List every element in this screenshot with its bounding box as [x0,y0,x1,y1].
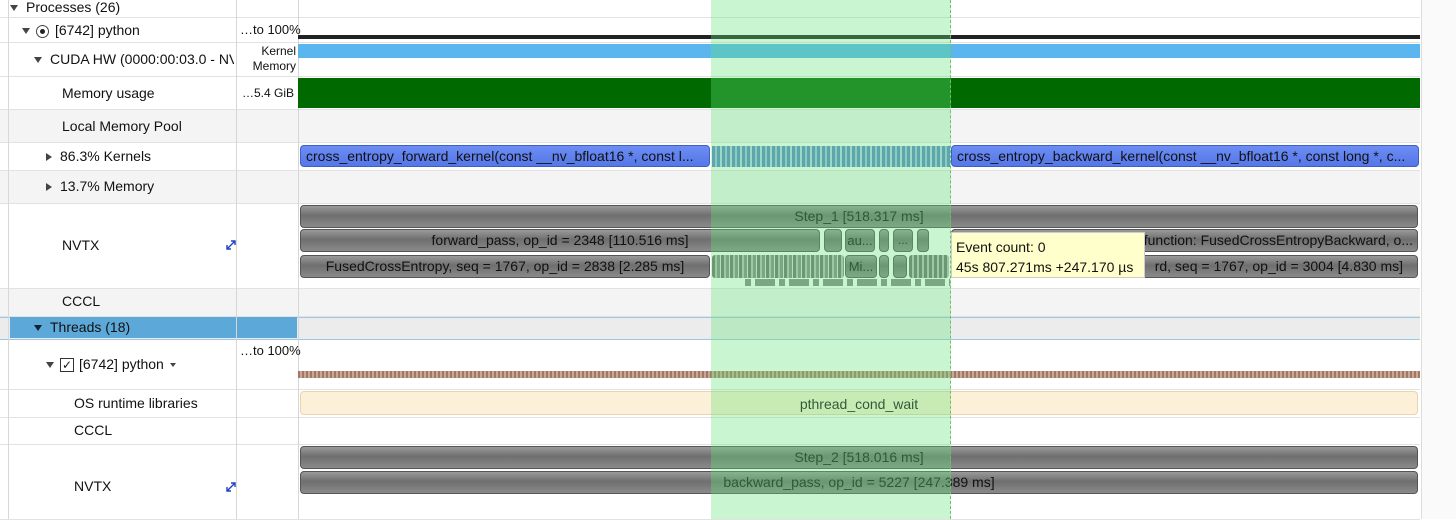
dropdown-icon[interactable] [169,363,176,368]
processes-node[interactable]: Processes (26) [10,0,120,15]
expand-arrows-icon[interactable] [226,240,236,250]
kernels-node[interactable]: 86.3% Kernels [46,148,151,164]
row-process [0,18,1420,43]
collapse-icon[interactable] [34,57,42,64]
thread-node[interactable]: ✓ [6742] python [46,356,176,373]
checkbox-icon[interactable]: ✓ [60,358,74,373]
cuda-hw-label: CUDA HW (0000:00:03.0 - NV [50,51,234,67]
cccl2-label: CCCL [74,422,113,438]
collapse-icon[interactable] [34,325,42,332]
value-column [236,0,299,519]
nvtx-label: NVTX [62,237,100,253]
tooltip-event-count: Event count: 0 [956,239,1046,255]
radio-icon[interactable] [36,24,49,38]
thread-value: …to 100% [240,343,301,358]
memory-label: 13.7% Memory [60,178,155,194]
row-processes [0,0,1420,18]
os-runtime-label: OS runtime libraries [74,395,198,411]
threads-label: Threads (18) [50,319,131,335]
kernel-backward-label: cross_entropy_backward_kernel(const __nv… [957,148,1406,164]
kernel-forward-label: cross_entropy_forward_kernel(const __nv_… [306,148,694,164]
collapse-icon[interactable] [22,28,30,35]
collapse-icon[interactable] [10,5,18,12]
collapse-icon[interactable] [46,362,54,369]
expand-arrows-icon[interactable] [226,482,236,492]
expand-icon[interactable] [46,183,52,191]
thread-label: [6742] python [79,356,164,372]
kernel-backward-bar[interactable]: cross_entropy_backward_kernel(const __nv… [951,145,1419,167]
cccl-label: CCCL [62,293,101,309]
row-memory [0,171,1420,204]
expand-icon[interactable] [46,153,52,161]
forward-pass-label: forward_pass, op_id = 2348 [110.516 ms] [431,232,689,248]
threads-node[interactable]: Threads (18) [34,319,130,335]
row-thread [0,339,1420,390]
tree-left-edge [8,0,9,519]
local-pool-label: Local Memory Pool [62,118,182,134]
memory-usage-value: …5.4 GiB [242,86,295,100]
tooltip: Event count: 0 45s 807.271ms +247.170 µs [951,232,1145,278]
row-local-pool [0,110,1420,143]
tooltip-time: 45s 807.271ms +247.170 µs [956,259,1134,275]
process-label: [6742] python [55,22,140,38]
fused-forward-bar[interactable]: FusedCrossEntropy, seq = 1767, op_id = 2… [300,255,710,278]
fused-backward-label-2: rd, seq = 1767, op_id = 3004 [4.830 ms] [1154,258,1403,274]
cuda-hw-value: Kernel Memory [252,44,296,73]
fused-forward-label: FusedCrossEntropy, seq = 1767, op_id = 2… [325,258,685,274]
memory-usage-label: Memory usage [62,85,155,101]
row-cccl [0,289,1420,317]
row-cccl2 [0,418,1420,445]
cuda-hw-node[interactable]: CUDA HW (0000:00:03.0 - NV [34,51,234,67]
time-selection-overlay[interactable] [711,0,951,519]
memory-node[interactable]: 13.7% Memory [46,178,154,194]
nvtx2-label: NVTX [74,478,112,494]
kernels-label: 86.3% Kernels [60,148,152,164]
kernel-forward-bar[interactable]: cross_entropy_forward_kernel(const __nv_… [300,145,710,167]
process-value: …to 100% [240,22,301,37]
processes-label: Processes (26) [26,0,121,15]
vertical-scrollbar[interactable] [1421,0,1456,519]
process-node[interactable]: [6742] python [22,22,140,38]
